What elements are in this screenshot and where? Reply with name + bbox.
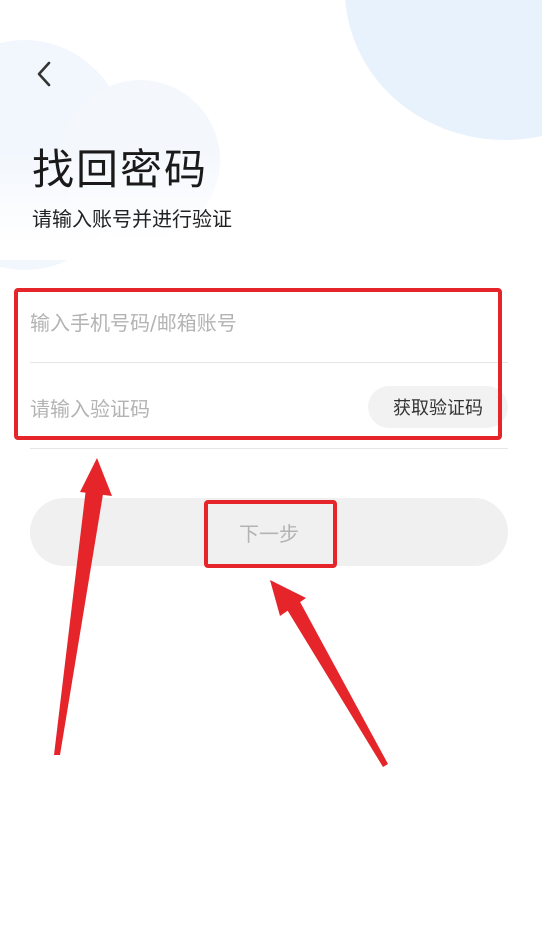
page-subtitle: 请输入账号并进行验证 bbox=[32, 207, 232, 231]
annotation-arrow-right bbox=[270, 580, 388, 767]
divider bbox=[30, 448, 508, 449]
account-input[interactable]: 输入手机号码/邮箱账号 bbox=[30, 291, 508, 351]
forgot-password-page: 找回密码 请输入账号并进行验证 输入手机号码/邮箱账号 请输入验证码 获取验证码… bbox=[0, 0, 542, 952]
divider bbox=[30, 362, 508, 363]
get-code-button[interactable]: 获取验证码 bbox=[368, 386, 508, 428]
background-cloud bbox=[345, 0, 542, 140]
page-title: 找回密码 bbox=[32, 145, 209, 194]
back-button[interactable] bbox=[28, 56, 60, 92]
next-step-button[interactable]: 下一步 bbox=[30, 498, 508, 566]
account-input-placeholder: 输入手机号码/邮箱账号 bbox=[30, 310, 237, 335]
chevron-left-icon bbox=[37, 61, 51, 87]
verification-code-placeholder: 请输入验证码 bbox=[30, 396, 150, 421]
